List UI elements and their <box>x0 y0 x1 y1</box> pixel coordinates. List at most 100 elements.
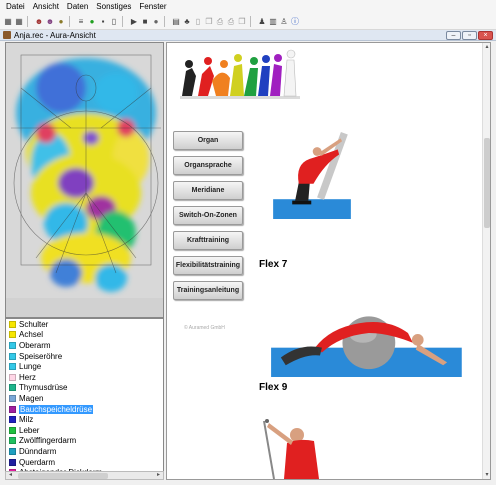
scroll-up-icon[interactable]: ▴ <box>483 43 490 51</box>
toolbar-separator <box>164 15 168 27</box>
trainingsanleitung-button[interactable]: Trainingsanleitung <box>173 281 243 300</box>
maximize-button[interactable]: ▫ <box>462 31 477 40</box>
color-swatch <box>9 394 16 402</box>
document-title: Anja.rec - Aura-Ansicht <box>14 30 96 40</box>
organ-label: Herz <box>19 372 36 382</box>
aura-alt-icon[interactable]: ☻ <box>45 16 55 27</box>
close-button[interactable]: × <box>478 31 493 40</box>
meridiane-button[interactable]: Meridiane <box>173 181 243 200</box>
menu-datei[interactable]: Datei <box>2 0 29 13</box>
list-item[interactable]: Oberarm <box>6 340 163 351</box>
list-item[interactable]: Thymusdrüse <box>6 383 163 394</box>
organ-list[interactable]: Schulter Achsel Oberarm Speiseröhre Lunge Her… <box>5 318 164 473</box>
color-swatch <box>9 416 16 424</box>
person-icon[interactable]: ♟ <box>257 16 267 27</box>
organ-label: Leber <box>19 425 40 435</box>
minimize-button[interactable]: – <box>446 31 461 40</box>
exercise-photo-flex-9 <box>261 289 465 377</box>
print-icon[interactable]: ⎙ <box>215 16 225 27</box>
scrollbar-thumb[interactable] <box>484 138 490 228</box>
menu-sonstiges[interactable]: Sonstiges <box>92 0 135 13</box>
copy-icon[interactable]: ❐ <box>204 16 214 27</box>
figures-icon[interactable]: ♣ <box>182 16 192 27</box>
color-swatch <box>9 426 16 434</box>
grid-alt-icon[interactable]: ▦ <box>14 16 24 27</box>
exercise-photo-flex-next <box>259 413 349 479</box>
organ-label: Thymusdrüse <box>19 383 68 393</box>
organ-label: Querdarm <box>19 457 56 467</box>
organ-label: Schulter <box>19 319 49 329</box>
flexibilitaetstraining-button[interactable]: Flexibilitätstraining <box>173 256 243 275</box>
save-icon[interactable]: ▪ <box>98 16 108 27</box>
organ-label: Dünndarm <box>19 446 57 456</box>
record-file-icon <box>3 31 11 39</box>
color-swatch <box>9 458 16 466</box>
list-item[interactable]: Zwölffingerdarm <box>6 436 163 447</box>
globe-icon[interactable]: ● <box>56 16 66 27</box>
lines-icon[interactable]: ≡ <box>76 16 86 27</box>
list-item[interactable]: Schulter <box>6 319 163 330</box>
color-swatch <box>9 352 16 360</box>
toolbar-separator <box>250 15 254 27</box>
scroll-right-icon[interactable]: ▸ <box>154 472 163 479</box>
play-icon[interactable]: ▶ <box>129 16 139 27</box>
organ-label: Zwölffingerdarm <box>19 436 77 446</box>
stop-icon[interactable]: ■ <box>140 16 150 27</box>
organ-label: Lunge <box>19 362 42 372</box>
document-icon[interactable]: ▯ <box>109 16 119 27</box>
document-title-bar: Anja.rec - Aura-Ansicht – ▫ × <box>0 30 496 41</box>
exercise-caption: Flex 7 <box>259 259 288 270</box>
list-item[interactable]: Milz <box>6 414 163 425</box>
content-vertical-scrollbar[interactable]: ▴ ▾ <box>482 43 490 479</box>
color-swatch <box>9 384 16 392</box>
copyright-text: © Auramed GmbH <box>184 325 225 331</box>
organ-label: Magen <box>19 393 44 403</box>
list-item[interactable]: Achsel <box>6 330 163 341</box>
menu-fenster[interactable]: Fenster <box>135 0 170 13</box>
scrollbar-thumb[interactable] <box>18 473 108 479</box>
aura-image <box>5 42 164 318</box>
list-horizontal-scrollbar[interactable]: ◂ ▸ <box>5 471 164 480</box>
aura-heatmap <box>6 43 163 317</box>
bars-icon[interactable]: ▥ <box>268 16 278 27</box>
list-item[interactable]: Lunge <box>6 361 163 372</box>
copy-alt-icon[interactable]: ❐ <box>237 16 247 27</box>
scroll-left-icon[interactable]: ◂ <box>6 472 15 479</box>
toolbar: ▦ ▦ ☻ ☻ ● ≡ ● ▪ ▯ ▶ ■ ● ▤ ♣ ▯ ❐ ⎙ ⎙ ❐ ♟ … <box>0 13 496 30</box>
color-swatch <box>9 405 16 413</box>
organ-label: Milz <box>19 415 34 425</box>
scroll-down-icon[interactable]: ▾ <box>483 471 490 479</box>
list-item[interactable]: Magen <box>6 393 163 404</box>
color-swatch <box>9 341 16 349</box>
organ-label: Bauchspeicheldrüse <box>19 404 94 414</box>
figure-icon[interactable]: ♙ <box>279 16 289 27</box>
list-item[interactable]: Herz <box>6 372 163 383</box>
color-swatch <box>9 363 16 371</box>
grid-icon[interactable]: ▦ <box>3 16 13 27</box>
list-item[interactable]: Leber <box>6 425 163 436</box>
organ-button[interactable]: Organ <box>173 131 243 150</box>
list-item[interactable]: Querdarm <box>6 457 163 468</box>
print-alt-icon[interactable]: ⎙ <box>226 16 236 27</box>
organ-label: Achsel <box>19 330 44 340</box>
info-icon[interactable]: ⓘ <box>290 16 300 27</box>
menu-daten[interactable]: Daten <box>63 0 92 13</box>
list-item[interactable]: Dünndarm <box>6 446 163 457</box>
toolbar-separator <box>69 15 73 27</box>
list-item[interactable]: Speiseröhre <box>6 351 163 362</box>
color-swatch <box>9 373 16 381</box>
menu-ansicht[interactable]: Ansicht <box>29 0 63 13</box>
krafttraining-button[interactable]: Krafttraining <box>173 231 243 250</box>
table-icon[interactable]: ▤ <box>171 16 181 27</box>
organsprache-button[interactable]: Organsprache <box>173 156 243 175</box>
blank-page-icon[interactable]: ▯ <box>193 16 203 27</box>
switch-on-zonen-button[interactable]: Switch-On-Zonen <box>173 206 243 225</box>
record-icon[interactable]: ● <box>151 16 161 27</box>
toolbar-separator <box>27 15 31 27</box>
green-circle-icon[interactable]: ● <box>87 16 97 27</box>
list-item[interactable]: Bauchspeicheldrüse <box>6 404 163 415</box>
color-swatch <box>9 437 16 445</box>
menu-bar: Datei Ansicht Daten Sonstiges Fenster <box>0 0 496 13</box>
aura-icon[interactable]: ☻ <box>34 16 44 27</box>
color-swatch <box>9 447 16 455</box>
